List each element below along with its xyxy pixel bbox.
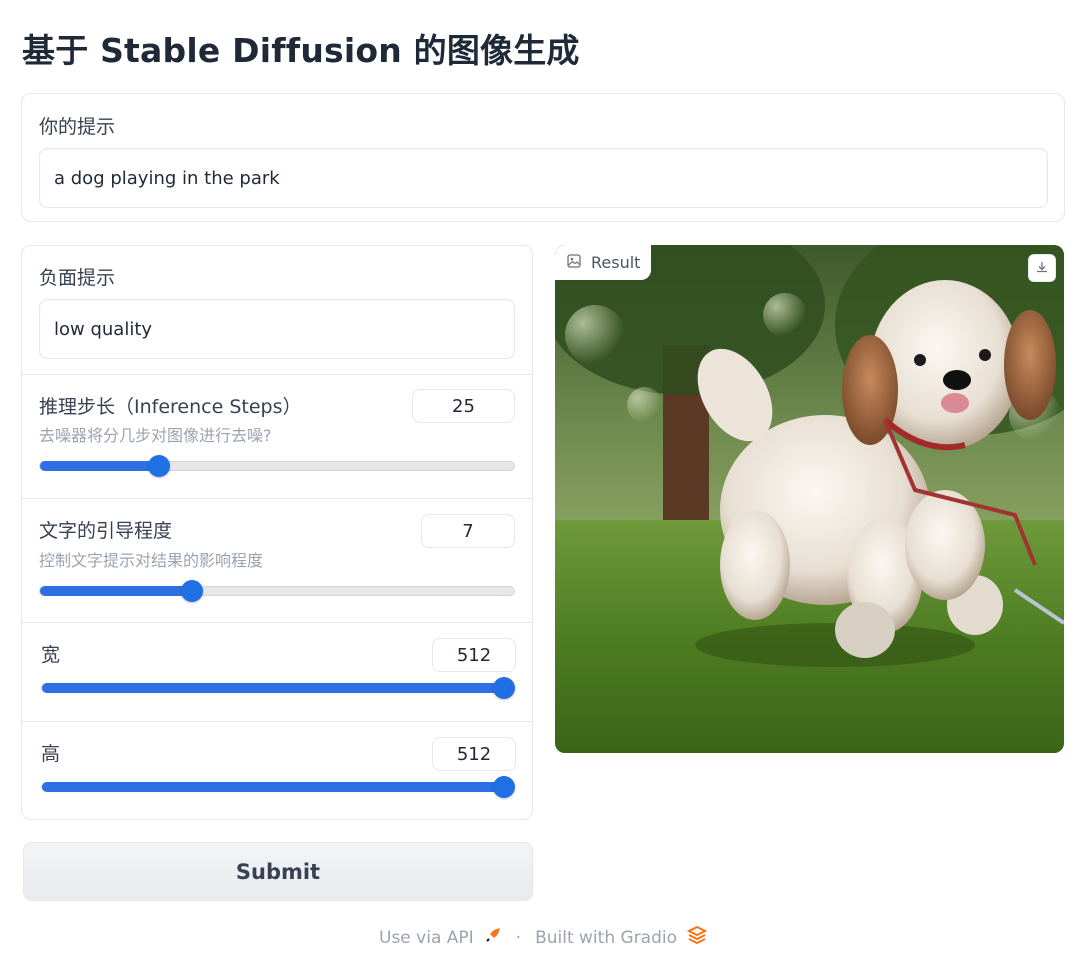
width-slider-thumb[interactable] bbox=[493, 677, 515, 699]
result-label-badge: Result bbox=[555, 245, 651, 280]
download-icon bbox=[1035, 259, 1049, 278]
steps-label: 推理步长（Inference Steps） bbox=[39, 396, 302, 418]
rocket-icon bbox=[484, 926, 502, 949]
width-label: 宽 bbox=[41, 644, 61, 666]
prompt-panel: 你的提示 a dog playing in the park bbox=[21, 93, 1065, 222]
height-label: 高 bbox=[41, 743, 61, 765]
width-slider[interactable] bbox=[41, 677, 515, 699]
steps-slider-thumb[interactable] bbox=[147, 455, 170, 477]
page-title: 基于 Stable Diffusion 的图像生成 bbox=[22, 31, 580, 70]
divider bbox=[22, 498, 532, 499]
footer: Use via API · Built with Gradio bbox=[0, 925, 1086, 949]
divider bbox=[22, 622, 532, 623]
width-slider-fill bbox=[42, 683, 504, 693]
guidance-slider-thumb[interactable] bbox=[180, 580, 203, 602]
guidance-label: 文字的引导程度 bbox=[39, 520, 173, 542]
steps-slider[interactable] bbox=[39, 455, 515, 477]
steps-info: 去噪器将分几步对图像进行去噪? bbox=[39, 426, 272, 445]
result-label: Result bbox=[591, 253, 641, 272]
negative-prompt-label: 负面提示 bbox=[39, 267, 116, 289]
built-with-gradio-link[interactable]: Built with Gradio bbox=[535, 928, 677, 948]
guidance-info: 控制文字提示对结果的影响程度 bbox=[39, 551, 264, 570]
download-button[interactable] bbox=[1028, 254, 1056, 282]
footer-separator: · bbox=[515, 927, 522, 948]
divider bbox=[22, 721, 532, 722]
settings-panel: 负面提示 low quality 推理步长（Inference Steps） 去… bbox=[21, 245, 533, 820]
negative-prompt-input[interactable]: low quality bbox=[39, 299, 515, 359]
height-slider-fill bbox=[42, 782, 504, 792]
steps-slider-fill bbox=[40, 461, 159, 471]
guidance-slider[interactable] bbox=[39, 580, 515, 602]
result-image bbox=[555, 245, 1064, 753]
gradio-logo-icon bbox=[686, 925, 708, 949]
steps-number-input[interactable]: 25 bbox=[412, 389, 515, 423]
height-slider-thumb[interactable] bbox=[493, 776, 515, 798]
guidance-slider-fill bbox=[40, 586, 192, 596]
height-slider[interactable] bbox=[41, 776, 515, 798]
prompt-input[interactable]: a dog playing in the park bbox=[39, 148, 1048, 208]
height-number-input[interactable]: 512 bbox=[432, 737, 516, 771]
divider bbox=[22, 374, 532, 375]
image-icon bbox=[567, 253, 581, 272]
use-via-api-link[interactable]: Use via API bbox=[379, 928, 474, 948]
result-panel: Result bbox=[555, 245, 1064, 753]
width-number-input[interactable]: 512 bbox=[432, 638, 516, 672]
submit-button[interactable]: Submit bbox=[23, 842, 533, 901]
guidance-number-input[interactable]: 7 bbox=[421, 514, 515, 548]
prompt-label: 你的提示 bbox=[39, 116, 116, 138]
